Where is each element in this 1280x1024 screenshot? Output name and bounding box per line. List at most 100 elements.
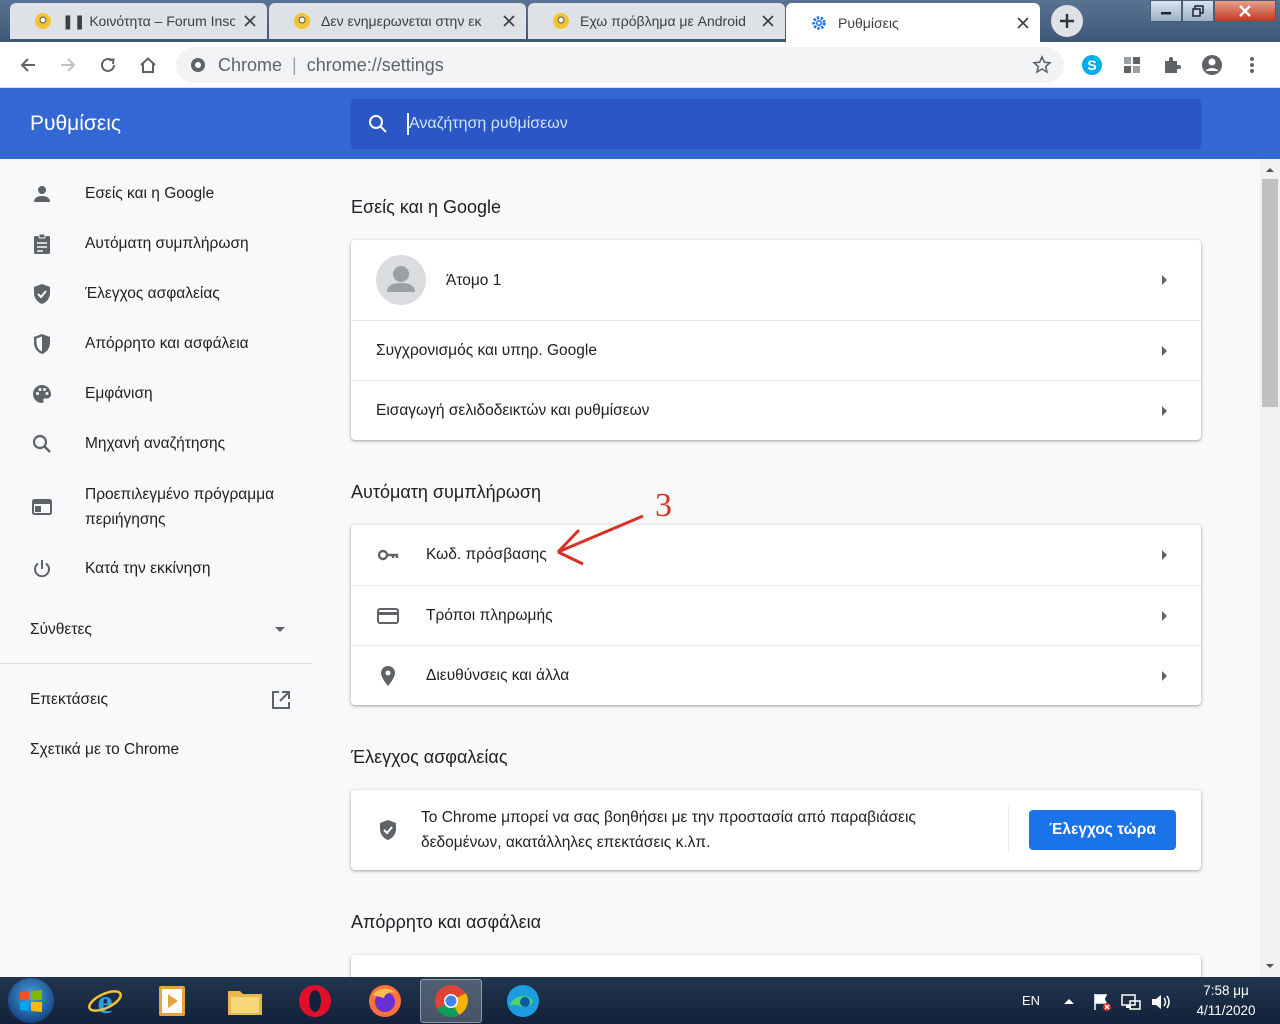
sidebar-item-appearance[interactable]: Εμφάνιση — [0, 381, 313, 407]
language-indicator[interactable]: EN — [1022, 977, 1040, 1024]
sidebar-item-default-browser[interactable]: Προεπιλεγμένο πρόγραμμα περιήγησης — [0, 481, 313, 533]
sidebar-item-label: Εσείς και η Google — [85, 185, 215, 202]
row-import[interactable]: Εισαγωγή σελιδοδεικτών και ρυθμίσεων — [351, 380, 1201, 440]
close-icon — [1239, 5, 1251, 17]
taskbar-firefox[interactable] — [354, 979, 416, 1023]
settings-search-input[interactable]: Αναζήτηση ρυθμίσεων — [351, 99, 1201, 149]
forward-arrow-icon — [61, 58, 76, 72]
sidebar-item-safety-check[interactable]: Έλεγχος ασφαλείας — [0, 281, 313, 307]
back-button[interactable] — [16, 53, 40, 77]
tray-expand-icon[interactable] — [1063, 997, 1075, 1005]
sidebar-item-about-chrome[interactable]: Σχετικά με το Chrome — [0, 737, 313, 763]
row-passwords[interactable]: Κωδ. πρόσβασης — [351, 525, 1201, 585]
row-addresses[interactable]: Διευθύνσεις και άλλα — [351, 645, 1201, 705]
tab-forum[interactable]: ❚❚ Κοινότητα – Forum Inso — [10, 3, 267, 39]
sidebar-item-label: Επεκτάσεις — [30, 691, 108, 708]
avatar — [376, 255, 426, 305]
minion-favicon-icon — [553, 13, 569, 29]
card-safety-check: Το Chrome μπορεί να σας βοηθήσει με την … — [351, 790, 1201, 870]
scroll-down-icon[interactable] — [1260, 959, 1280, 973]
puzzle-extension-grey[interactable] — [1120, 53, 1144, 77]
row-label: Συγχρονισμός και υπηρ. Google — [376, 342, 597, 359]
sidebar-item-label: Σχετικά με το Chrome — [30, 741, 180, 758]
sidebar-item-search-engine[interactable]: Μηχανή αναζήτησης — [0, 431, 313, 457]
power-icon — [34, 560, 50, 578]
network-icon[interactable] — [1120, 992, 1142, 1012]
check-now-button[interactable]: Έλεγχος τώρα — [1029, 810, 1176, 850]
clipboard-icon — [34, 233, 50, 254]
row-label: Εισαγωγή σελιδοδεικτών και ρυθμίσεων — [376, 402, 650, 419]
scrollbar-thumb[interactable] — [1262, 179, 1278, 407]
tab-android[interactable]: Εχω πρόβλημα με Android — [528, 3, 785, 39]
close-icon[interactable] — [502, 14, 516, 28]
page-scrollbar[interactable] — [1260, 159, 1280, 977]
window-controls — [1150, 0, 1278, 22]
reload-button[interactable] — [96, 53, 120, 77]
row-label: Κωδ. πρόσβασης — [426, 546, 547, 563]
section-title-safety-check: Έλεγχος ασφαλείας — [351, 747, 508, 767]
action-center-flag-icon[interactable] — [1092, 992, 1112, 1012]
minimize-button[interactable] — [1150, 0, 1182, 22]
maximize-button[interactable] — [1182, 0, 1214, 22]
firefox-icon — [369, 985, 401, 1017]
annotation-arrow — [556, 514, 644, 566]
tab-title: ❚❚ Κοινότητα – Forum Inso — [62, 12, 235, 29]
reload-icon — [101, 57, 115, 72]
taskbar-internet-explorer[interactable]: e — [74, 979, 136, 1023]
skype-extension[interactable]: S — [1080, 53, 1104, 77]
sidebar-item-autofill[interactable]: Αυτόματη συμπλήρωση — [0, 231, 313, 257]
arrow-right-icon — [1162, 611, 1167, 621]
sidebar-item-extensions[interactable]: Επεκτάσεις — [0, 687, 313, 713]
tab-settings[interactable]: Ρυθμίσεις — [786, 3, 1040, 42]
row-profile[interactable]: Άτομο 1 — [351, 240, 1201, 320]
sidebar-item-label: Μηχανή αναζήτησης — [85, 435, 226, 452]
svg-text:e: e — [97, 984, 112, 1019]
clock[interactable]: 7:58 μμ 4/11/2020 — [1180, 981, 1272, 1021]
search-icon — [369, 115, 387, 133]
menu-button[interactable] — [1240, 53, 1264, 77]
sidebar-item-you-google[interactable]: Εσείς και η Google — [0, 181, 313, 207]
card-you-google: Άτομο 1 Συγχρονισμός και υπηρ. Google Ει… — [351, 240, 1201, 440]
windows-taskbar: e EN 7:58 μμ 4/11/2020 — [0, 977, 1280, 1024]
new-tab-button[interactable] — [1051, 5, 1083, 37]
card-autofill: Κωδ. πρόσβασης Τρόποι πληρωμής Διευθύνσε… — [351, 525, 1201, 705]
profile-button[interactable] — [1200, 53, 1224, 77]
bookmark-star-icon[interactable] — [1032, 55, 1052, 75]
extensions-button[interactable] — [1160, 53, 1184, 77]
close-window-button[interactable] — [1214, 0, 1276, 22]
volume-icon[interactable] — [1150, 992, 1172, 1012]
sidebar-item-on-startup[interactable]: Κατά την εκκίνηση — [0, 556, 313, 582]
taskbar-media-player[interactable] — [141, 979, 203, 1023]
taskbar-file-explorer[interactable] — [214, 979, 276, 1023]
close-icon[interactable] — [1016, 16, 1030, 30]
windows-logo-icon — [20, 990, 42, 1012]
sidebar-item-advanced[interactable]: Σύνθετες — [0, 617, 313, 643]
kebab-menu-icon — [1250, 57, 1254, 73]
close-icon[interactable] — [761, 14, 775, 28]
home-button[interactable] — [136, 53, 160, 77]
row-payments[interactable]: Τρόποι πληρωμής — [351, 585, 1201, 645]
search-placeholder: Αναζήτηση ρυθμίσεων — [409, 115, 568, 132]
minion-favicon-icon — [35, 13, 51, 29]
taskbar-opera[interactable] — [284, 979, 346, 1023]
sidebar-item-privacy[interactable]: Απόρρητο και ασφάλεια — [0, 331, 313, 357]
tab-title: Εχω πρόβλημα με Android — [580, 13, 746, 29]
omnibox[interactable]: Chrome | chrome://settings — [176, 47, 1064, 83]
account-circle-icon — [1202, 55, 1222, 75]
taskbar-edge[interactable] — [492, 979, 554, 1023]
forward-button[interactable] — [56, 53, 80, 77]
tab-title: Ρυθμίσεις — [838, 14, 899, 31]
svg-text:S: S — [1087, 57, 1096, 73]
skype-icon: S — [1082, 55, 1102, 75]
annotation-number: 3 — [655, 487, 672, 524]
close-icon[interactable] — [243, 14, 257, 28]
taskbar-chrome-active[interactable] — [420, 979, 482, 1023]
tab-update[interactable]: Δεν ενημερωνεται στην εκ — [269, 3, 526, 39]
settings-header: Ρυθμίσεις Αναζήτηση ρυθμίσεων — [0, 88, 1280, 159]
start-button[interactable] — [8, 978, 54, 1023]
clock-time: 7:58 μμ — [1203, 983, 1249, 998]
sidebar-item-label: Έλεγχος ασφαλείας — [85, 285, 220, 302]
row-sync[interactable]: Συγχρονισμός και υπηρ. Google — [351, 320, 1201, 380]
settings-main: Εσείς και η Google Άτομο 1 Συγχρονισμός … — [313, 159, 1260, 977]
scroll-up-icon[interactable] — [1260, 163, 1280, 177]
